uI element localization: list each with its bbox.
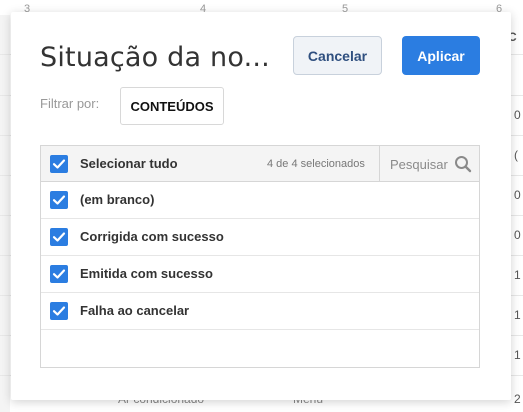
cancel-button[interactable]: Cancelar: [293, 36, 382, 75]
item-checkbox[interactable]: [50, 302, 68, 320]
check-icon: [52, 232, 66, 242]
check-icon: [52, 306, 66, 316]
apply-button[interactable]: Aplicar: [402, 36, 480, 75]
item-checkbox[interactable]: [50, 265, 68, 283]
select-all-checkbox[interactable]: [50, 155, 68, 173]
cell-fragment: 2: [514, 392, 521, 406]
list-item[interactable]: Corrigida com sucesso: [41, 219, 479, 256]
list-item[interactable]: Falha ao cancelar: [41, 293, 479, 330]
cell-fragment: 1: [514, 268, 521, 282]
background-left-strip: [0, 15, 10, 412]
cell-fragment: 0: [514, 108, 521, 122]
cell-fragment: (: [514, 148, 518, 162]
filter-by-label: Filtrar por:: [40, 96, 100, 111]
filter-contents-chip[interactable]: CONTEÚDOS: [120, 87, 224, 125]
item-label: (em branco): [80, 192, 155, 207]
filter-dialog: Situação da no... Cancelar Aplicar Filtr…: [11, 12, 511, 400]
check-icon: [52, 159, 66, 169]
list-item[interactable]: Emitida com sucesso: [41, 256, 479, 293]
cell-fragment: 1: [514, 348, 521, 362]
item-label: Falha ao cancelar: [80, 303, 190, 318]
cell-fragment: 1: [514, 308, 521, 322]
list-item[interactable]: (em branco): [41, 182, 479, 219]
selection-count: 4 de 4 selecionados: [267, 158, 365, 170]
cell-fragment: 0: [514, 188, 521, 202]
item-label: Corrigida com sucesso: [80, 229, 224, 244]
check-icon: [52, 269, 66, 279]
search-input[interactable]: [390, 155, 454, 173]
list-header: Selecionar tudo 4 de 4 selecionados: [41, 146, 479, 182]
select-all-label[interactable]: Selecionar tudo: [80, 156, 178, 171]
cell-fragment: 0: [514, 228, 521, 242]
dialog-title: Situação da no...: [40, 42, 270, 73]
check-icon: [52, 195, 66, 205]
search-icon[interactable]: [454, 155, 472, 173]
search-box: [379, 146, 479, 182]
item-label: Emitida com sucesso: [80, 266, 213, 281]
item-checkbox[interactable]: [50, 228, 68, 246]
value-list: Selecionar tudo 4 de 4 selecionados (em …: [40, 145, 480, 368]
item-checkbox[interactable]: [50, 191, 68, 209]
